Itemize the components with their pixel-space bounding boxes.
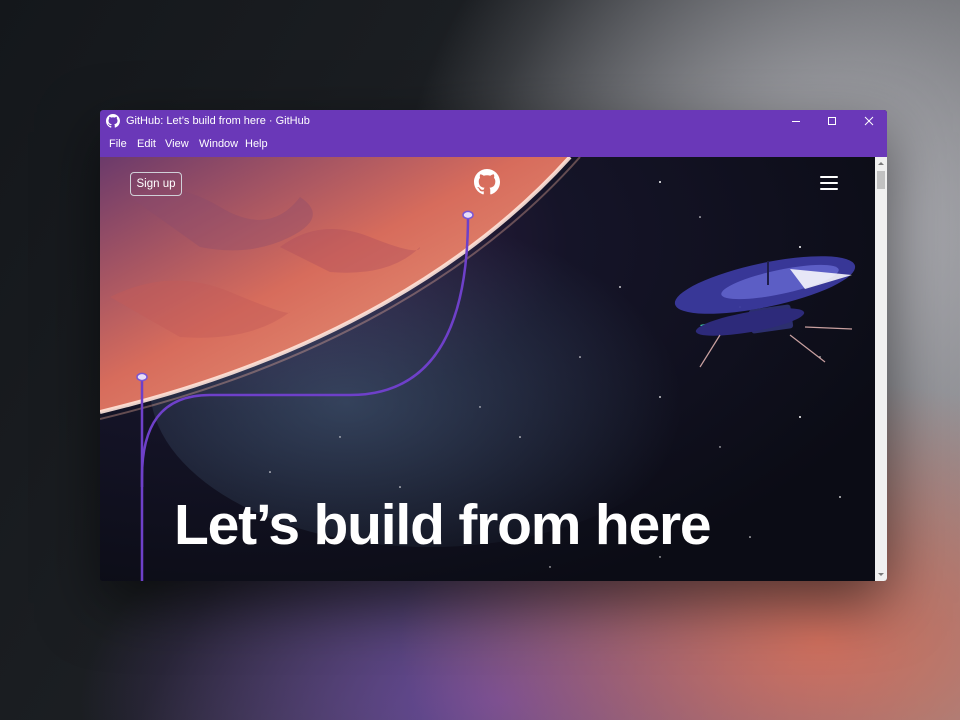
close-icon bbox=[864, 116, 874, 126]
waypoint-marker bbox=[136, 372, 148, 382]
window-title: GitHub: Let’s build from here · GitHub bbox=[126, 115, 310, 127]
menu-bar: File Edit View Window Help bbox=[100, 132, 887, 157]
github-icon bbox=[106, 114, 120, 128]
title-bar: GitHub: Let’s build from here · GitHub bbox=[100, 110, 887, 132]
github-mark-icon[interactable] bbox=[474, 169, 500, 195]
waypoint-marker bbox=[462, 210, 474, 220]
hamburger-menu-button[interactable] bbox=[820, 175, 840, 191]
maximize-button[interactable] bbox=[815, 110, 849, 132]
scrollbar-thumb[interactable] bbox=[877, 171, 885, 189]
menu-help[interactable]: Help bbox=[245, 138, 268, 150]
minimize-icon bbox=[792, 121, 800, 122]
menu-edit[interactable]: Edit bbox=[137, 138, 156, 150]
page-content: Sign up Let’s build from here bbox=[100, 157, 875, 581]
browser-window: GitHub: Let’s build from here · GitHub F… bbox=[100, 110, 887, 581]
vertical-scrollbar[interactable] bbox=[875, 157, 887, 581]
menu-window[interactable]: Window bbox=[199, 138, 238, 150]
minimize-button[interactable] bbox=[779, 110, 813, 132]
menu-view[interactable]: View bbox=[165, 138, 189, 150]
menu-file[interactable]: File bbox=[109, 138, 127, 150]
hero-heading: Let’s build from here bbox=[174, 493, 712, 557]
close-button[interactable] bbox=[852, 110, 886, 132]
scroll-down-icon[interactable] bbox=[875, 569, 887, 581]
hamburger-icon bbox=[820, 188, 838, 190]
hamburger-icon bbox=[820, 176, 838, 178]
scroll-up-icon[interactable] bbox=[875, 157, 887, 169]
hamburger-icon bbox=[820, 182, 838, 184]
maximize-icon bbox=[828, 117, 836, 125]
sign-up-button[interactable]: Sign up bbox=[130, 172, 182, 196]
